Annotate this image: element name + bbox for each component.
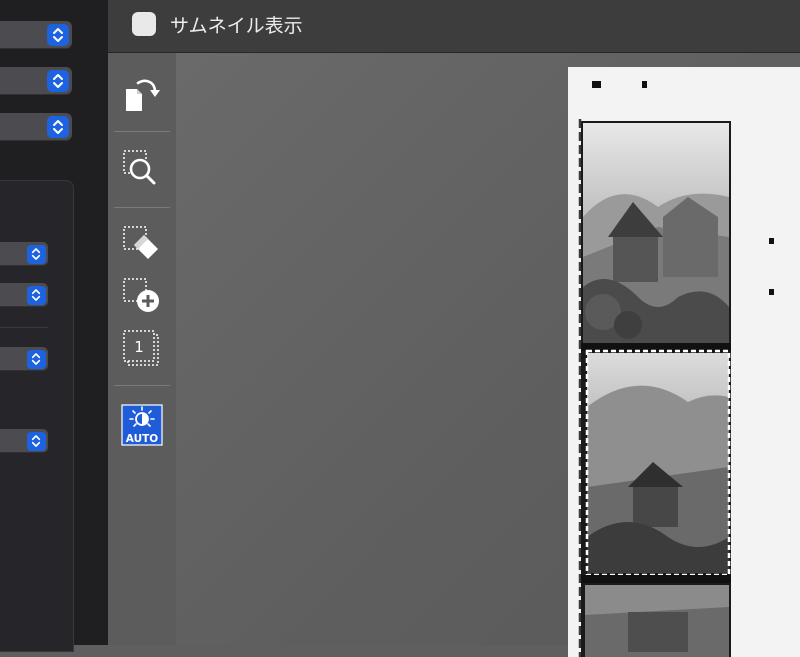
stepper-icon[interactable] <box>26 244 46 264</box>
group-select-2[interactable] <box>0 283 48 307</box>
frame-number-icon[interactable]: 1 <box>120 327 164 371</box>
scan-bed <box>568 67 800 657</box>
group-select-1[interactable] <box>0 242 48 266</box>
film-frame-1 <box>583 123 729 343</box>
thumbnail-label: サムネイル表示 <box>170 15 303 37</box>
tool-separator <box>114 207 170 208</box>
preview-area[interactable] <box>176 53 800 657</box>
tool-strip: 1 AUTO <box>108 53 176 645</box>
film-strip <box>578 119 731 657</box>
stepper-icon[interactable] <box>47 24 69 46</box>
stepper-icon[interactable] <box>26 349 46 369</box>
top-toolbar: サムネイル表示 <box>108 0 800 53</box>
stepper-icon[interactable] <box>26 431 46 451</box>
zoom-selection-icon[interactable] <box>120 147 164 191</box>
tool-separator <box>114 131 170 132</box>
tool-separator <box>114 385 170 386</box>
add-selection-icon[interactable] <box>120 275 164 319</box>
erase-selection-icon[interactable] <box>120 223 164 267</box>
settings-group-box <box>0 180 74 652</box>
film-frame-3 <box>585 585 729 657</box>
group-select-4[interactable] <box>0 429 48 453</box>
group-select-3[interactable] <box>0 347 48 371</box>
auto-label: AUTO <box>126 433 158 445</box>
setting-select-1[interactable] <box>0 21 72 49</box>
rotate-icon[interactable] <box>120 73 164 117</box>
group-divider <box>0 327 48 328</box>
stepper-icon[interactable] <box>47 70 69 92</box>
frame-number-text: 1 <box>134 338 144 356</box>
auto-exposure-icon[interactable]: AUTO <box>120 403 164 447</box>
setting-select-2[interactable] <box>0 67 72 95</box>
setting-select-3[interactable] <box>0 113 72 141</box>
stepper-icon[interactable] <box>26 285 46 305</box>
thumbnail-checkbox[interactable] <box>132 12 156 36</box>
settings-panel <box>0 0 108 652</box>
stepper-icon[interactable] <box>47 116 69 138</box>
film-frame-2 <box>587 353 729 573</box>
